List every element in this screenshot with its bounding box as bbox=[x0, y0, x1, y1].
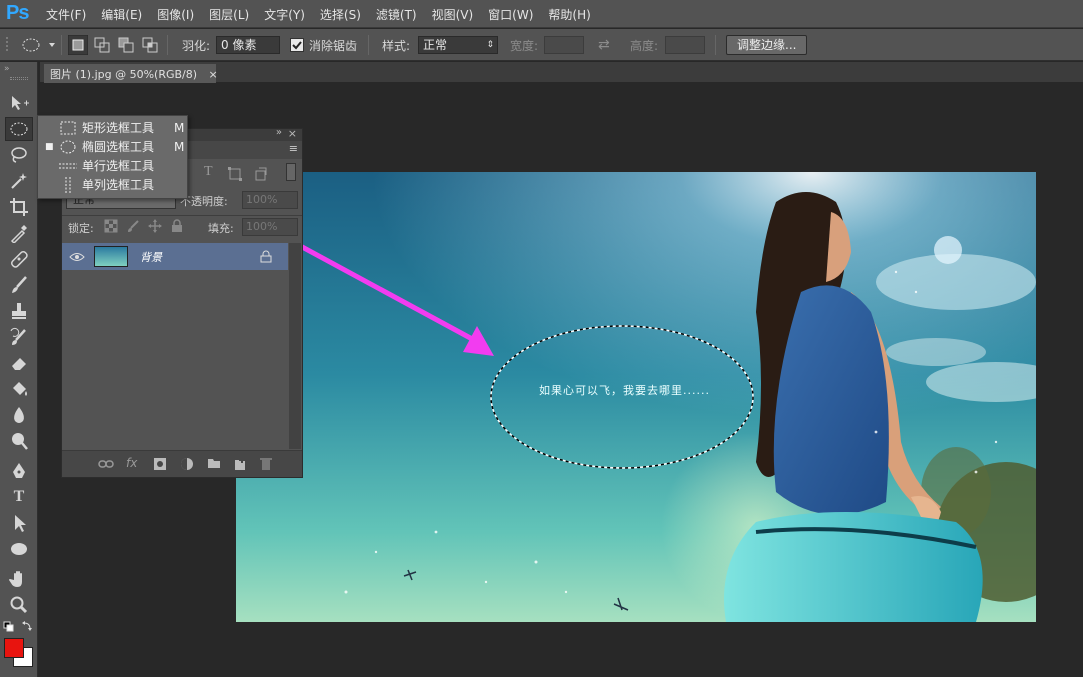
fill-label: 填充: bbox=[208, 222, 234, 235]
adjustment-layer-icon[interactable] bbox=[180, 457, 194, 471]
lock-icons bbox=[104, 219, 184, 233]
layer-thumbnail bbox=[94, 246, 128, 267]
lock-pixels-icon[interactable] bbox=[126, 219, 140, 233]
flyout-shortcut: M bbox=[174, 120, 185, 135]
layers-footer: fx bbox=[62, 450, 302, 477]
opacity-input[interactable]: 100% bbox=[242, 191, 298, 209]
visibility-eye-icon[interactable] bbox=[69, 251, 85, 263]
flyout-item-label: 单行选框工具 bbox=[82, 159, 155, 173]
lock-all-icon[interactable] bbox=[170, 219, 184, 233]
flyout-item-label: 矩形选框工具 bbox=[82, 121, 155, 135]
panel-close-icon[interactable]: × bbox=[288, 127, 297, 140]
fill-input[interactable]: 100% bbox=[242, 218, 298, 236]
single-column-marquee-icon bbox=[65, 176, 71, 193]
layer-name[interactable]: 背景 bbox=[140, 249, 162, 265]
lock-transparent-icon[interactable] bbox=[104, 219, 118, 233]
flyout-item-single-column[interactable]: 单列选框工具 bbox=[38, 175, 189, 194]
new-layer-icon[interactable] bbox=[233, 457, 247, 471]
flyout-item-label: 单列选框工具 bbox=[82, 178, 155, 192]
delete-layer-icon[interactable] bbox=[259, 456, 273, 471]
fill-value: 100% bbox=[246, 220, 278, 233]
link-layers-icon[interactable] bbox=[98, 458, 114, 470]
panel-menu-icon[interactable]: ≡ bbox=[289, 142, 298, 155]
marquee-tools-flyout: 矩形选框工具 M ■ 椭圆选框工具 M 单行选框工具 单列选框工具 bbox=[37, 115, 188, 199]
layers-list-empty bbox=[62, 270, 288, 449]
layer-row-background[interactable]: 背景 bbox=[62, 243, 288, 270]
layers-scrollbar[interactable] bbox=[289, 243, 301, 449]
single-row-marquee-icon bbox=[59, 163, 77, 168]
active-bullet-icon: ■ bbox=[45, 141, 54, 152]
lock-position-icon[interactable] bbox=[148, 219, 162, 233]
add-mask-icon[interactable] bbox=[153, 457, 167, 471]
fx-icon[interactable]: fx bbox=[126, 456, 137, 470]
flyout-item-single-row[interactable]: 单行选框工具 bbox=[38, 156, 189, 175]
type-filter-icon[interactable]: T bbox=[204, 164, 213, 180]
opacity-value: 100% bbox=[246, 193, 278, 206]
lock-label: 锁定: bbox=[68, 222, 94, 235]
ellipse-marquee-icon bbox=[60, 140, 76, 153]
flyout-item-ellipse-marquee[interactable]: ■ 椭圆选框工具 M bbox=[38, 137, 189, 156]
rect-marquee-icon bbox=[60, 121, 76, 134]
filter-toggle[interactable] bbox=[286, 163, 296, 181]
flyout-item-rect-marquee[interactable]: 矩形选框工具 M bbox=[38, 118, 189, 137]
shape-filter-icon[interactable] bbox=[228, 167, 242, 181]
flyout-item-label: 椭圆选框工具 bbox=[82, 140, 155, 154]
layer-lock-icon bbox=[260, 250, 272, 263]
smart-object-filter-icon[interactable] bbox=[254, 167, 268, 181]
panel-collapse-icon[interactable]: » bbox=[276, 127, 282, 138]
new-group-icon[interactable] bbox=[207, 457, 221, 469]
flyout-shortcut: M bbox=[174, 139, 185, 154]
